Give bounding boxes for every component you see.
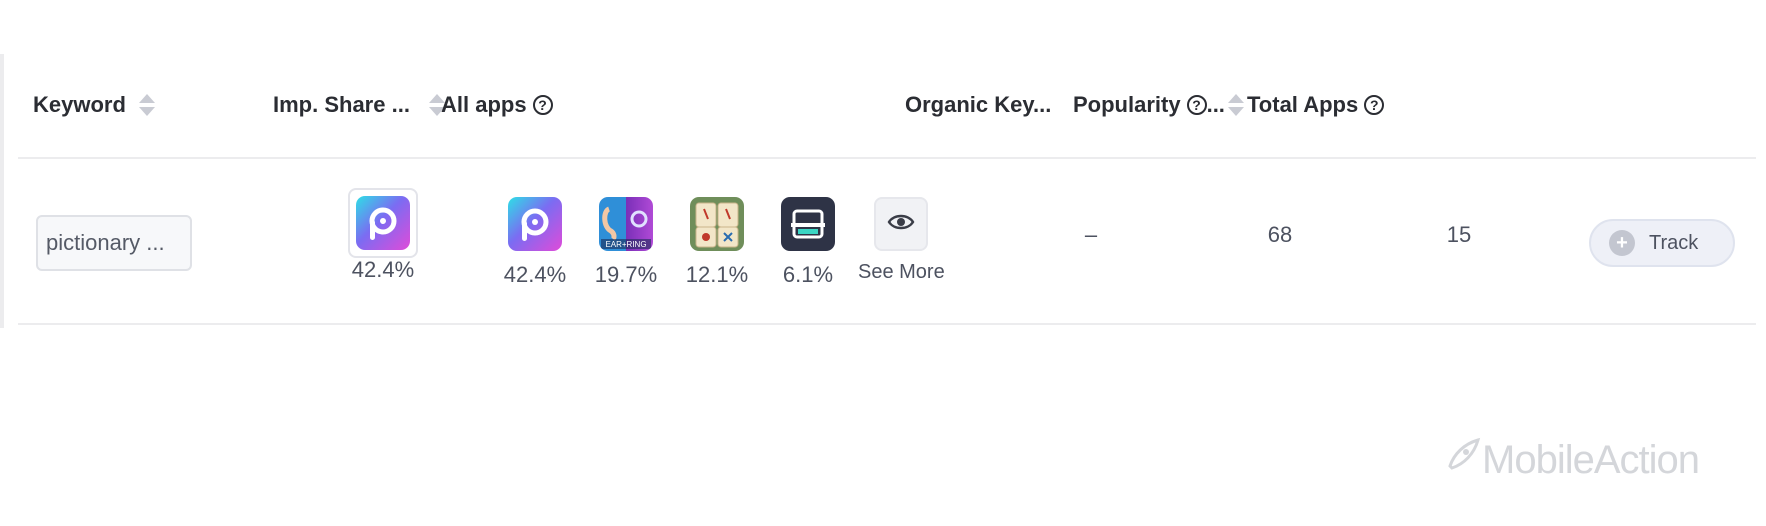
column-total-apps-label: Total Apps: [1247, 92, 1359, 117]
column-organic[interactable]: Organic Key...: [905, 88, 1051, 122]
mahjong-icon[interactable]: [690, 197, 744, 251]
mobileaction-watermark: MobileAction: [1444, 436, 1700, 484]
popularity-value: 68: [1267, 222, 1293, 247]
keyword-table: Keyword Imp. Share ... All apps ? Organi…: [0, 54, 1766, 328]
total-apps-value: 15: [1446, 222, 1472, 247]
plus-icon: +: [1609, 230, 1635, 256]
sort-icon[interactable]: [138, 93, 156, 117]
picsart-icon[interactable]: [508, 197, 562, 251]
ear-ring-icon[interactable]: EAR+RING: [599, 197, 653, 251]
column-popularity-label: Popularity: [1073, 92, 1181, 117]
app-share-percent: 12.1%: [685, 262, 749, 287]
app-share-percent: 6.1%: [782, 262, 834, 287]
imp-share-percent: 42.4%: [351, 257, 415, 282]
table-header: Keyword Imp. Share ... All apps ? Organi…: [18, 54, 1756, 159]
track-button[interactable]: + Track: [1589, 219, 1735, 267]
organic-keyword-value: –: [1084, 222, 1098, 247]
table-row: pictionary ... 42.4% 42.4% EAR+RING 19.7…: [18, 159, 1756, 325]
see-more-link[interactable]: See More: [858, 261, 945, 284]
column-all-apps[interactable]: All apps ?: [441, 88, 553, 122]
eye-icon: [887, 212, 915, 237]
column-popularity[interactable]: Popularity ? ...: [1073, 88, 1245, 122]
column-keyword[interactable]: Keyword: [33, 88, 156, 122]
watermark-text: MobileAction: [1482, 437, 1700, 482]
svg-text:EAR+RING: EAR+RING: [605, 240, 646, 249]
app-share-percent: 19.7%: [594, 262, 658, 287]
help-icon[interactable]: ?: [532, 95, 553, 115]
help-icon[interactable]: ?: [1364, 95, 1385, 115]
picsart-icon: [356, 196, 410, 250]
track-button-label: Track: [1649, 231, 1699, 254]
column-total-apps[interactable]: Total Apps ?: [1247, 88, 1385, 122]
column-organic-label: Organic Key...: [905, 92, 1052, 117]
keyword-chip[interactable]: pictionary ...: [36, 215, 192, 271]
help-icon[interactable]: ?: [1186, 95, 1207, 115]
column-keyword-label: Keyword: [33, 92, 126, 117]
column-all-apps-label: All apps: [441, 92, 527, 117]
see-more-button[interactable]: [874, 197, 928, 251]
scanner-icon[interactable]: [781, 197, 835, 251]
column-imp-share[interactable]: Imp. Share ...: [273, 88, 446, 122]
column-imp-share-label: Imp. Share ...: [273, 92, 410, 117]
rocket-icon: [1444, 436, 1482, 484]
imp-share-app-frame[interactable]: [348, 188, 418, 258]
keyword-text: pictionary ...: [46, 230, 165, 255]
column-popularity-ellipsis: ...: [1206, 92, 1225, 117]
app-share-percent: 42.4%: [503, 262, 567, 287]
sort-icon[interactable]: [1227, 93, 1245, 117]
